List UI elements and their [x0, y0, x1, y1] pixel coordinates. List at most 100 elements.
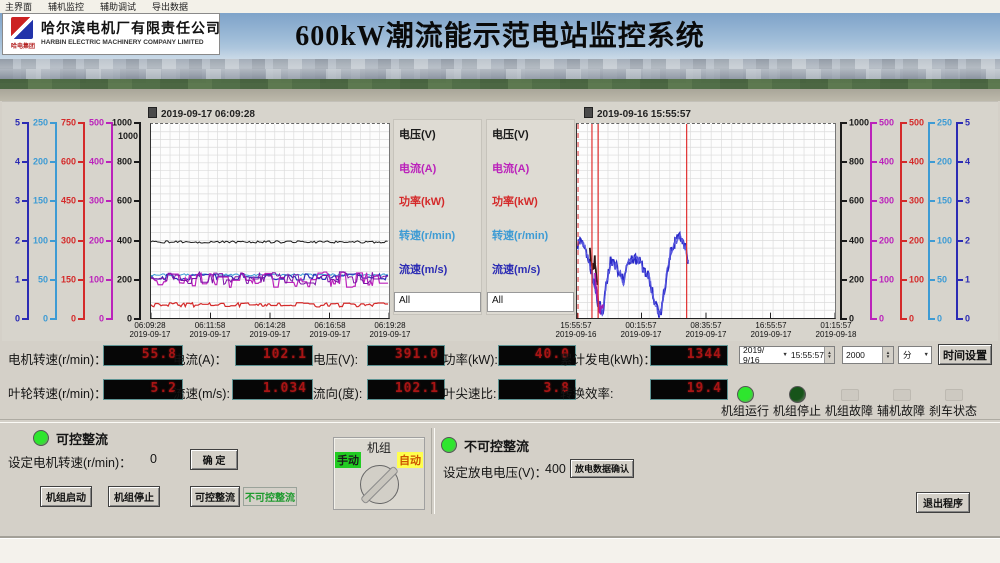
axis-tick-label: 2 — [15, 236, 20, 245]
discharge-confirm-button[interactable]: 放电数据确认 — [570, 459, 634, 478]
legend-item: 流速(m/s) — [492, 261, 540, 277]
x-tick-date: 2019-09-17 — [130, 330, 171, 339]
legend-item: 流速(m/s) — [399, 261, 447, 277]
axis-tick — [22, 122, 29, 124]
company-card: 哈电集团 哈尔滨电机厂有限责任公司 HARBIN ELECTRIC MACHIN… — [2, 13, 220, 55]
status-lamp — [945, 389, 963, 401]
menu-item[interactable]: 辅助调试 — [100, 0, 136, 13]
axis-tick-label: 400 — [89, 158, 104, 167]
unit-stop-button[interactable]: 机组停止 — [108, 486, 160, 507]
x-tick-date: 2019-09-17 — [370, 330, 411, 339]
chevron-down-icon[interactable]: ▼ — [782, 352, 787, 358]
y-axis: 02004006008001000 — [115, 123, 141, 319]
controllable-rectify-lamp — [33, 430, 49, 446]
readout-label: 转换效率: — [560, 383, 613, 402]
logo-label: 哈电集团 — [6, 41, 40, 50]
axis-line — [900, 123, 902, 319]
date-value: 2019/ 9/16 — [743, 345, 779, 365]
x-tick-time: 16:55:57 — [751, 321, 792, 330]
x-tick-label: 06:19:282019-09-17 — [370, 321, 411, 339]
x-tick-label: 06:14:282019-09-17 — [250, 321, 291, 339]
mode-rotary-knob[interactable] — [360, 465, 399, 504]
legend-item: 功率(kW) — [399, 193, 445, 209]
set-motor-speed-value[interactable]: 0 — [150, 452, 157, 466]
time-set-button[interactable]: 时间设置 — [938, 344, 992, 365]
status-lamp-label: 机组运行 — [719, 402, 771, 419]
axis-tick — [900, 279, 907, 281]
timestamp-marker-icon — [148, 107, 157, 118]
axis-tick — [134, 200, 141, 202]
axis-tick — [956, 122, 963, 124]
duration-spinner[interactable]: ▲▼ — [882, 347, 893, 363]
axis-tick-label: 600 — [61, 158, 76, 167]
menu-item[interactable]: 辅机监控 — [48, 0, 84, 13]
axis-tick-label: 200 — [117, 275, 132, 284]
legend-item: 转速(r/min) — [492, 227, 548, 243]
axis-tick-label: 150 — [937, 197, 952, 206]
axis-tick-label: 4 — [965, 158, 970, 167]
duration-unit-select[interactable]: 分 ▼ — [898, 346, 932, 364]
x-tick-time: 01:15:57 — [816, 321, 857, 330]
y-axis: 0100200300400500 — [87, 123, 113, 319]
trend-plot[interactable] — [576, 123, 836, 319]
set-discharge-voltage-value[interactable]: 400 — [545, 462, 566, 476]
manual-mode-tag: 手动 — [335, 452, 361, 468]
axis-tick-label: 300 — [89, 197, 104, 206]
menu-item[interactable]: 导出数据 — [152, 0, 188, 13]
company-name-en: HARBIN ELECTRIC MACHINERY COMPANY LIMITE… — [41, 39, 204, 46]
readout-led-display: 102.1 — [367, 379, 445, 400]
series-legend: 电压(V)电流(A)功率(kW)转速(r/min)流速(m/s)All — [393, 119, 482, 315]
readout-label: 累计发电(kWh)： — [560, 349, 656, 368]
timestamp-marker-icon — [584, 107, 593, 118]
unit-start-button[interactable]: 机组启动 — [40, 486, 92, 507]
axis-tick — [106, 161, 113, 163]
chevron-down-icon[interactable]: ▼ — [924, 352, 929, 358]
axis-tick — [134, 279, 141, 281]
uncontrollable-rectify-lamp — [441, 437, 457, 453]
readout-led-display: 55.8 — [103, 345, 183, 366]
axis-tick-label: 0 — [909, 315, 914, 324]
axis-tick-label: 0 — [937, 315, 942, 324]
menu-item[interactable]: 主界面 — [5, 0, 32, 13]
time-spinner[interactable]: ▲▼ — [824, 347, 834, 363]
y-axis: 012345 — [3, 123, 29, 319]
axis-tick-label: 200 — [937, 158, 952, 167]
axis-tick — [900, 200, 907, 202]
readout-label: 电压(V): — [313, 349, 358, 368]
axis-tick — [840, 200, 847, 202]
axis-tick — [870, 318, 877, 320]
axis-tick — [50, 240, 57, 242]
axis-line — [928, 123, 930, 319]
company-name-cn: 哈尔滨电机厂有限责任公司 — [41, 18, 221, 38]
uncontrollable-rectify-button[interactable]: 不可控整流 — [243, 487, 297, 506]
charts-panel: 0123450501001502002500150300450600750010… — [2, 101, 998, 341]
datetime-picker[interactable]: 2019/ 9/16 ▼ 15:55:57 ▲▼ — [739, 346, 835, 364]
axis-tick — [78, 122, 85, 124]
axis-tick-label: 3 — [15, 197, 20, 206]
trend-plot[interactable] — [150, 123, 390, 319]
axis-tick — [22, 240, 29, 242]
series-selector[interactable]: All — [487, 292, 574, 312]
axis-tick-label: 600 — [849, 197, 864, 206]
duration-unit: 分 — [903, 349, 912, 361]
series-selector[interactable]: All — [394, 292, 481, 312]
y-axis: 050100150200250 — [928, 123, 954, 319]
axis-tick-label: 100 — [937, 236, 952, 245]
axis-tick-label: 1000 — [112, 119, 132, 128]
duration-input[interactable]: 2000 ▲▼ — [842, 346, 894, 364]
confirm-button[interactable]: 确 定 — [190, 449, 238, 470]
axis-tick — [928, 161, 935, 163]
axis-tick — [78, 240, 85, 242]
axis-tick — [78, 200, 85, 202]
axis-line — [840, 123, 842, 319]
axis-tick-label: 1 — [965, 275, 970, 284]
exit-program-button[interactable]: 退出程序 — [916, 492, 970, 513]
y-axis: 0150300450600750 — [59, 123, 85, 319]
auto-mode-tag: 自动 — [397, 452, 423, 468]
status-lamp — [737, 386, 754, 403]
controllable-rectify-button[interactable]: 可控整流 — [190, 486, 240, 507]
chart-timestamp: 2019-09-16 15:55:57 — [584, 107, 691, 120]
axis-tick-label: 800 — [849, 158, 864, 167]
axis-tick-label: 200 — [849, 275, 864, 284]
axis-tick — [106, 240, 113, 242]
